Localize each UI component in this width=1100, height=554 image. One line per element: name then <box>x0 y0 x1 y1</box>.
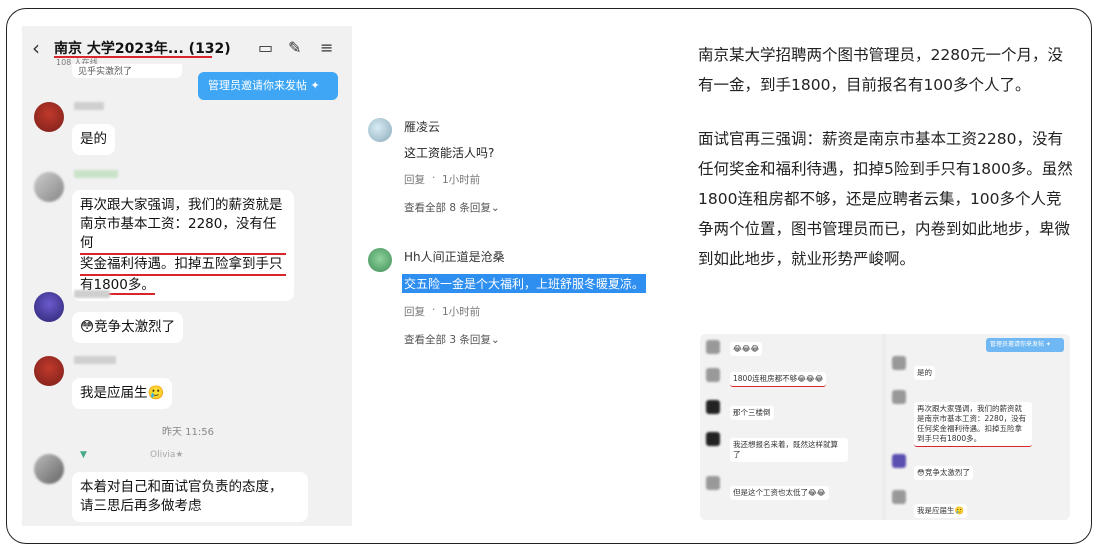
avatar[interactable] <box>34 102 64 132</box>
thumb-message: 😳竞争太激烈了 <box>914 466 973 480</box>
article-paragraph: 南京某大学招聘两个图书管理员，2280元一个月，没有一金，到手1800，目前报名… <box>698 46 1063 94</box>
reply-link[interactable]: 回复 <box>404 304 425 319</box>
sender-name-blurred <box>74 102 104 110</box>
group-chat-panel: ‹ 南京 大学2023年... (132) 108 人在线 ▭ ✎ ≡ 见乎实激… <box>22 26 352 526</box>
sender-name-blurred <box>74 356 116 364</box>
avatar[interactable] <box>34 356 64 386</box>
commenter-avatar[interactable] <box>368 118 392 142</box>
view-all-replies[interactable]: 查看全部 8 条回复⌄ <box>404 200 500 215</box>
avatar <box>892 454 906 468</box>
comment-time: 1小时前 <box>442 306 481 318</box>
thumb-message: 再次跟大家强调，我们的薪资就是南京市基本工资：2280，没有任何奖金福利待遇。扣… <box>914 402 1032 447</box>
message-bubble: 😳竞争太激烈了 <box>72 312 184 343</box>
embedded-screenshot-thumbnail: 😂😂😂 1800连租房都不够😂😂😂 那个三楼倒 我还想报名来着，既然这样就算了 … <box>700 334 1070 520</box>
comment-text-selected[interactable]: 交五险一金是个大福利，上班舒服冬暖夏凉。 <box>402 274 647 293</box>
thumb-message: 我还想报名来着，既然这样就算了 <box>730 438 848 462</box>
sender-name: Olivia★ <box>150 450 184 460</box>
thumb-message: 😂😂😂 <box>730 342 763 356</box>
group-title: 南京 大学2023年... (132) <box>54 41 231 57</box>
avatar <box>706 340 720 354</box>
commenter-name[interactable]: Hh人间正道是沧桑 <box>404 248 505 265</box>
message-bubble: 本着对自己和面试官负责的态度， 请三思后再多做考虑 <box>72 472 308 522</box>
avatar <box>892 490 906 504</box>
thumb-message: 那个三楼倒 <box>730 406 774 420</box>
partial-message: 见乎实激烈了 <box>72 64 182 78</box>
article-paragraph: 面试官再三强调：薪资是南京市基本工资2280，没有任何奖金和福利待遇，扣掉5险到… <box>698 130 1073 268</box>
message-line: 本着对自己和面试官负责的态度， <box>80 479 283 495</box>
thumb-message: 我是应届生🥲 <box>914 504 967 518</box>
timestamp: 昨天 11:56 <box>162 427 214 438</box>
message-bubble-salary: 再次跟大家强调，我们的薪资就是 南京市基本工资：2280，没有任何 奖金福利待遇… <box>72 190 294 301</box>
message-line-highlighted: 南京市基本工资：2280，没有任何 <box>80 215 286 255</box>
back-arrow-icon[interactable]: ‹ <box>32 36 40 60</box>
chat-bubble-icon[interactable]: ▭ <box>258 38 273 57</box>
avatar <box>892 390 906 404</box>
comment-time: 1小时前 <box>442 174 481 186</box>
edit-icon[interactable]: ✎ <box>288 38 301 57</box>
view-all-replies[interactable]: 查看全部 3 条回复⌄ <box>404 332 500 347</box>
message-bubble: 是的 <box>72 124 115 155</box>
avatar <box>706 400 720 414</box>
comment-text: 这工资能活人吗? <box>404 146 495 160</box>
commenter-avatar[interactable] <box>368 248 392 272</box>
message-line: 请三思后再多做考虑 <box>80 498 202 514</box>
avatar[interactable] <box>34 454 64 484</box>
sender-name-blurred <box>74 290 110 298</box>
avatar <box>706 368 720 382</box>
avatar[interactable] <box>34 292 64 322</box>
message-bubble: 我是应届生🥲 <box>72 378 173 409</box>
admin-invite-tip[interactable]: 管理员邀请你来发帖 ✦ <box>198 72 338 100</box>
avatar <box>892 356 906 370</box>
thumb-message: 但是这个工资也太低了😂😂 <box>730 486 829 500</box>
message-line-highlighted: 奖金福利待遇。扣掉五险拿到手只 <box>80 255 286 276</box>
avatar <box>706 432 720 446</box>
article-text: 南京某大学招聘两个图书管理员，2280元一个月，没有一金，到手1800，目前报名… <box>698 40 1074 298</box>
avatar[interactable] <box>34 172 64 202</box>
avatar <box>706 476 720 490</box>
commenter-name[interactable]: 雁凌云 <box>404 118 440 135</box>
menu-icon[interactable]: ≡ <box>320 38 333 57</box>
sender-name-blurred <box>74 170 118 178</box>
message-line: 再次跟大家强调，我们的薪资就是 <box>80 197 283 213</box>
admin-invite-tip: 管理员邀请你来发帖 ✦ <box>986 338 1064 352</box>
verified-icon: ▼ <box>80 450 87 460</box>
thumb-message: 是的 <box>914 366 935 380</box>
reply-link[interactable]: 回复 <box>404 172 425 187</box>
thumb-message: 1800连租房都不够😂😂😂 <box>730 372 827 387</box>
